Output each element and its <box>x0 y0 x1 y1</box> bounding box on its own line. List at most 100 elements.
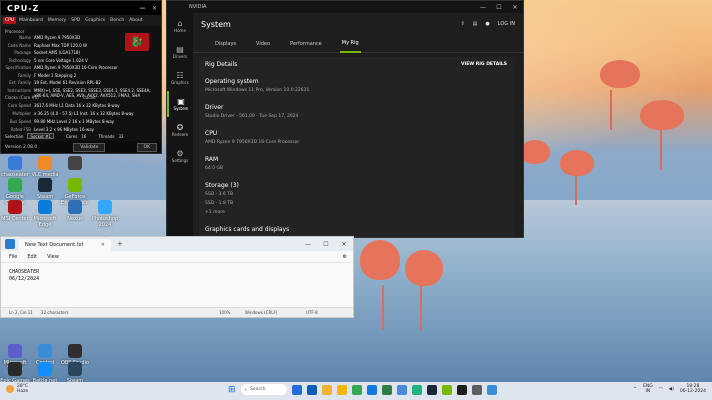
volume-icon[interactable]: ◀) <box>669 387 674 392</box>
editor-line: 06/12/2024 <box>9 276 40 282</box>
notepad-window[interactable]: New Text Document.txt ✕ + — ☐ ✕ File Edit… <box>0 236 354 318</box>
cpuz-window[interactable]: CPU-Z — ✕ CPU Mainboard Memory SPD Graphics B… <box>0 0 162 154</box>
cpuz-field: Technology 5 nm Core Voltage 1.024 V <box>5 58 88 64</box>
taskbar-app-icon[interactable] <box>441 384 452 395</box>
desktop-shortcut[interactable]: Steam <box>30 178 60 200</box>
sidebar-item-settings[interactable]: ⚙ Settings <box>167 143 193 169</box>
view-rig-details-link[interactable]: VIEW RIG DETAILS <box>461 62 507 67</box>
tab-my-rig[interactable]: My Rig <box>339 35 361 53</box>
section-detail: AMD Ryzen 9 7950X3D 16-Core Processor <box>205 140 300 145</box>
cpuz-field: Bus Speed 99.80 MHz Level 2 16 x 1 MBytes… <box>5 119 114 125</box>
cache-header: Cache <box>83 95 96 100</box>
desktop-shortcut[interactable]: chaoseater <box>0 156 30 178</box>
cpuz-field: Ext. Family 19 Ext. Model 61 Revision RPL… <box>5 80 101 86</box>
notepad-tab[interactable]: New Text Document.txt ✕ <box>19 239 111 251</box>
taskbar-app-icon[interactable] <box>381 384 392 395</box>
taskbar-app-icon[interactable] <box>336 384 347 395</box>
clock[interactable]: 18:28 06-12-2024 <box>680 384 706 394</box>
menu-edit[interactable]: Edit <box>27 254 37 260</box>
taskbar: 28°C Haze ⊞ ⌕ Search ^ ENG IN ◠ ◀) 18:28… <box>0 382 712 400</box>
cores-label: Cores <box>66 133 78 139</box>
cursor-position: Ln 2, Col 11 <box>9 310 33 315</box>
close-icon[interactable]: ✕ <box>507 4 523 11</box>
taskbar-app-icon[interactable] <box>366 384 377 395</box>
chevron-up-icon[interactable]: ^ <box>633 387 637 392</box>
taskbar-app-icon[interactable] <box>411 384 422 395</box>
maximize-icon[interactable]: ☐ <box>317 241 335 248</box>
language-indicator[interactable]: ENG IN <box>643 384 653 394</box>
desktop-shortcut[interactable]: Nexus <box>60 200 90 222</box>
close-icon[interactable]: ✕ <box>335 241 353 248</box>
sidebar-item-drivers[interactable]: ▤ Drivers <box>167 39 193 65</box>
desktop-shortcut[interactable]: Battle.net <box>30 362 60 384</box>
windows-start-icon[interactable]: ⊞ <box>228 385 236 395</box>
cpuz-tab[interactable]: SPD <box>69 17 82 24</box>
msi-dragon-logo: 🐉 <box>125 33 149 51</box>
nvidia-app-window[interactable]: NVIDIA — ☐ ✕ ⌂ Home ▤ Drivers ☷ Graphics ▣ Syst… <box>166 0 524 238</box>
desktop-shortcut[interactable] <box>60 156 90 172</box>
ok-button[interactable]: OK <box>136 142 157 152</box>
page-title: System <box>201 19 231 29</box>
app-icon <box>68 344 82 358</box>
nvidia-titlebar[interactable]: NVIDIA — ☐ ✕ <box>167 1 523 13</box>
cpuz-tab[interactable]: Mainboard <box>17 17 45 24</box>
selection-dropdown[interactable]: Socket #1 <box>27 133 54 139</box>
taskbar-app-icon[interactable] <box>396 384 407 395</box>
login-button[interactable]: LOG IN <box>498 21 515 27</box>
tab-displays[interactable]: Displays <box>213 36 238 52</box>
close-tab-icon[interactable]: ✕ <box>101 242 105 248</box>
cpuz-field: Package Socket AM5 (LGA1718) <box>5 50 80 56</box>
menu-file[interactable]: File <box>9 254 17 260</box>
field-value: 99.80 MHz Level 2 16 x 1 MBytes 8-way <box>34 119 115 124</box>
cpuz-tab[interactable]: Bench <box>108 17 126 24</box>
desktop-shortcut[interactable]: Microsoft Edge <box>30 200 60 228</box>
sidebar-item-redeem[interactable]: ✪ Redeem <box>167 117 193 143</box>
taskbar-search[interactable]: ⌕ Search <box>240 384 287 395</box>
minimize-icon[interactable]: — <box>299 241 317 248</box>
weather-widget[interactable]: 28°C Haze <box>6 384 28 394</box>
sidebar-item-system[interactable]: ▣ System <box>167 91 193 117</box>
clock-date: 06-12-2024 <box>679 389 706 394</box>
cpuz-titlebar[interactable]: CPU-Z — ✕ <box>1 1 161 15</box>
sidebar-item-home[interactable]: ⌂ Home <box>167 13 193 39</box>
notepad-editor[interactable]: CHAOSEATER 06/12/2024 <box>9 269 39 283</box>
cpuz-tab[interactable]: CPU <box>3 17 17 24</box>
cpuz-tab[interactable]: Graphics <box>83 17 107 24</box>
new-tab-icon[interactable]: + <box>117 240 123 248</box>
desktop-shortcut[interactable]: Photoshop 2024 <box>90 200 120 228</box>
taskbar-app-icon[interactable] <box>291 384 302 395</box>
menu-view[interactable]: View <box>47 254 59 260</box>
section-detail[interactable]: +1 more <box>205 209 509 216</box>
share-icon[interactable]: ⇪ <box>460 21 464 27</box>
wifi-icon[interactable]: ◠ <box>659 387 663 392</box>
taskbar-app-icon[interactable] <box>486 384 497 395</box>
weather-desc: Haze <box>17 389 29 394</box>
account-icon[interactable]: ● <box>485 21 489 27</box>
taskbar-app-icon[interactable] <box>351 384 362 395</box>
cpuz-tab[interactable]: Memory <box>46 17 68 24</box>
validate-button[interactable]: Validate <box>73 142 106 152</box>
settings-gear-icon[interactable]: ⚙ <box>343 254 347 260</box>
app-icon <box>8 344 22 358</box>
desktop-shortcut[interactable]: MSI Center <box>0 200 30 222</box>
notepad-titlebar[interactable]: New Text Document.txt ✕ + — ☐ ✕ <box>1 237 353 251</box>
sidebar-item-graphics[interactable]: ☷ Graphics <box>167 65 193 91</box>
sidebar-item-label: Settings <box>171 158 189 163</box>
taskbar-app-icon[interactable] <box>426 384 437 395</box>
tab-performance[interactable]: Performance <box>288 36 324 52</box>
notifications-icon[interactable]: ▤ <box>473 21 478 27</box>
drivers-icon: ▤ <box>176 45 184 54</box>
cpuz-tab[interactable]: About <box>127 17 144 24</box>
field-value: AMD Ryzen 9 7950X3D <box>34 35 81 40</box>
close-icon[interactable]: ✕ <box>149 5 161 12</box>
taskbar-app-icon[interactable] <box>321 384 332 395</box>
taskbar-app-icon[interactable] <box>471 384 482 395</box>
tab-video[interactable]: Video <box>254 36 272 52</box>
field-label: Ext. Family <box>9 80 31 85</box>
app-icon <box>38 156 52 170</box>
minimize-icon[interactable]: — <box>137 5 149 12</box>
taskbar-app-icon[interactable] <box>306 384 317 395</box>
minimize-icon[interactable]: — <box>475 4 491 11</box>
taskbar-app-icon[interactable] <box>456 384 467 395</box>
maximize-icon[interactable]: ☐ <box>491 4 507 11</box>
